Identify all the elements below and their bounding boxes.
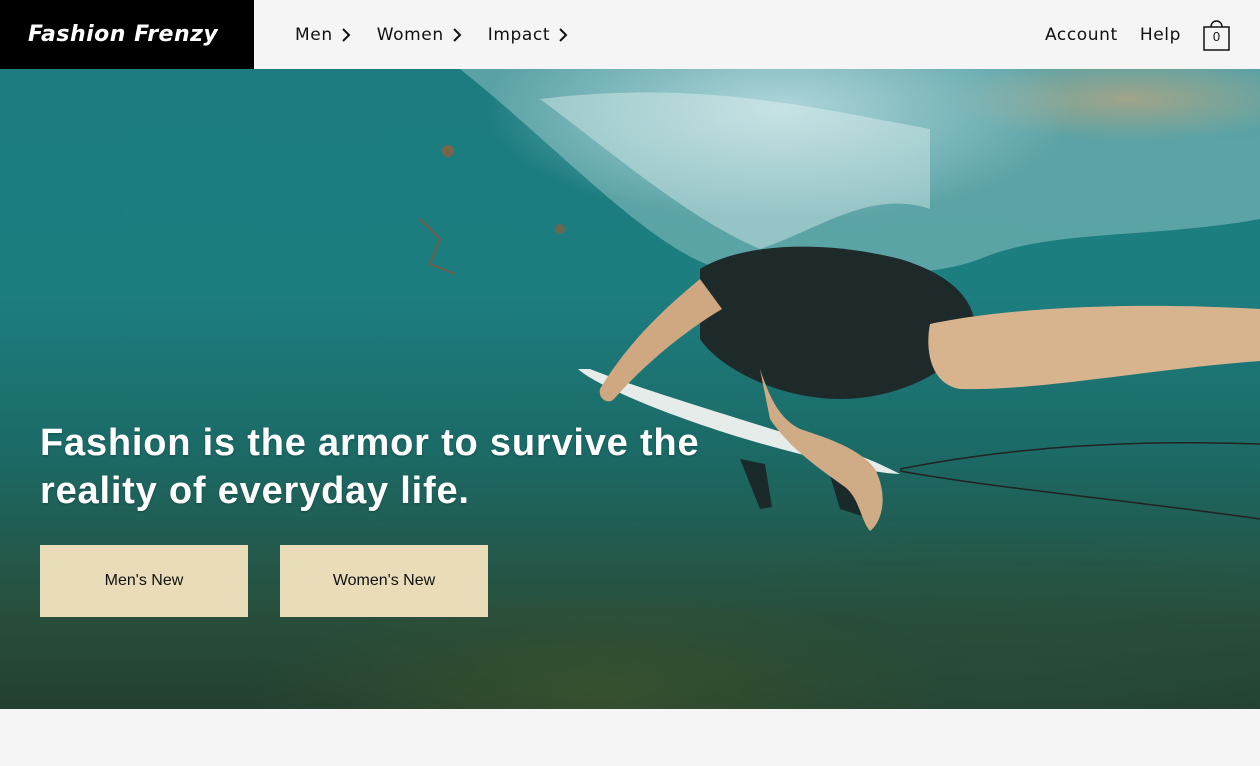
nav-item-label: Impact xyxy=(487,24,551,45)
brand-name: Fashion Frenzy xyxy=(28,22,219,47)
mens-new-button[interactable]: Men's New xyxy=(40,545,248,617)
site-header: Fashion Frenzy Men Women Impact Account … xyxy=(0,0,1260,69)
chevron-right-icon xyxy=(559,27,568,42)
cart-count: 0 xyxy=(1212,28,1221,44)
header-utilities: Account Help 0 xyxy=(1023,0,1230,69)
cart-button[interactable]: 0 xyxy=(1203,16,1230,52)
account-link[interactable]: Account xyxy=(1045,25,1118,45)
nav-item-label: Men xyxy=(295,24,333,45)
chevron-right-icon xyxy=(453,27,462,42)
logo[interactable]: Fashion Frenzy xyxy=(0,0,254,69)
hero-headline: Fashion is the armor to survive the real… xyxy=(40,422,700,512)
nav-item-label: Women xyxy=(376,24,444,45)
womens-new-button[interactable]: Women's New xyxy=(280,545,488,617)
nav-item-impact[interactable]: Impact xyxy=(488,25,570,45)
nav-item-men[interactable]: Men xyxy=(295,25,353,45)
chevron-right-icon xyxy=(341,27,351,42)
help-link[interactable]: Help xyxy=(1140,25,1181,45)
hero-banner: Fashion is the armor to survive the real… xyxy=(0,69,1260,709)
main-nav: Men Women Impact xyxy=(295,25,594,45)
content-strip xyxy=(0,709,1260,766)
nav-item-women[interactable]: Women xyxy=(377,25,464,45)
